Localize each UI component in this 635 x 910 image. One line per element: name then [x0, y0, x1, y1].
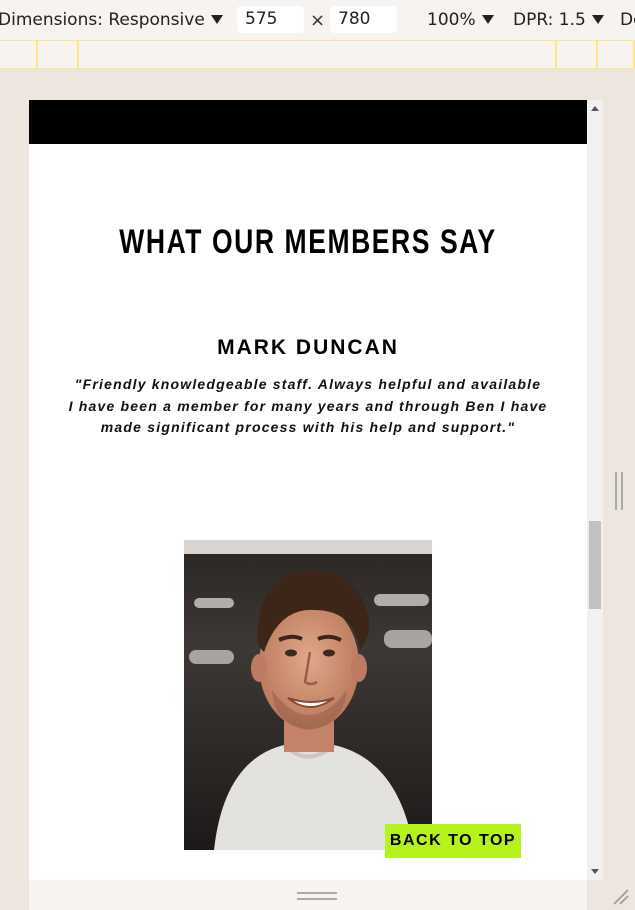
media-query-segment[interactable]: [0, 41, 38, 68]
media-query-bar: [0, 40, 635, 69]
dpr-label: DPR: 1.5: [513, 10, 586, 30]
vertical-scrollbar[interactable]: [587, 100, 603, 880]
zoom-label: 100%: [427, 10, 476, 30]
width-input[interactable]: 575: [237, 6, 304, 33]
chevron-down-icon: [210, 14, 223, 24]
section-heading: WHAT OUR MEMBERS SAY: [119, 223, 497, 261]
scroll-down-arrow-icon[interactable]: [591, 869, 599, 874]
quote-line: "Friendly knowledgeable staff. Always he…: [74, 376, 542, 392]
scroll-up-arrow-icon[interactable]: [591, 106, 599, 111]
zoom-dropdown[interactable]: 100%: [427, 9, 494, 31]
member-photo: [184, 540, 432, 850]
chevron-down-icon: [481, 14, 494, 24]
devtools-toolbar: Dimensions: Responsive 575 × 780 100% DP…: [0, 0, 635, 40]
device-mode-truncated[interactable]: De: [620, 9, 635, 31]
site-header-bar: [29, 100, 587, 144]
media-query-segment[interactable]: [79, 41, 557, 68]
chevron-down-icon: [591, 14, 604, 24]
dimensions-dropdown[interactable]: Dimensions: Responsive: [0, 9, 223, 31]
member-name: MARK DUNCAN: [217, 336, 399, 359]
media-query-segment[interactable]: [598, 41, 635, 68]
page-viewport: WHAT OUR MEMBERS SAY MARK DUNCAN "Friend…: [29, 100, 587, 880]
testimonial-quote: "Friendly knowledgeable staff. Always he…: [43, 374, 573, 439]
back-to-top-button[interactable]: BACK TO TOP: [385, 824, 521, 858]
resize-handle-bottom[interactable]: [297, 892, 337, 900]
dimensions-label: Dimensions: Responsive: [0, 10, 205, 30]
resize-handle-right[interactable]: [615, 472, 624, 510]
media-query-segment[interactable]: [38, 41, 79, 68]
media-query-segment[interactable]: [557, 41, 598, 68]
height-input[interactable]: 780: [330, 6, 397, 33]
resize-handle-icon[interactable]: [610, 886, 630, 906]
quote-line: I have been a member for many years and …: [68, 397, 548, 414]
times-icon: ×: [310, 10, 326, 31]
dpr-dropdown[interactable]: DPR: 1.5: [513, 9, 604, 31]
quote-line: made significant process with his help a…: [100, 419, 516, 435]
resize-bar-bottom: [29, 880, 587, 910]
scrollbar-thumb[interactable]: [589, 521, 601, 609]
